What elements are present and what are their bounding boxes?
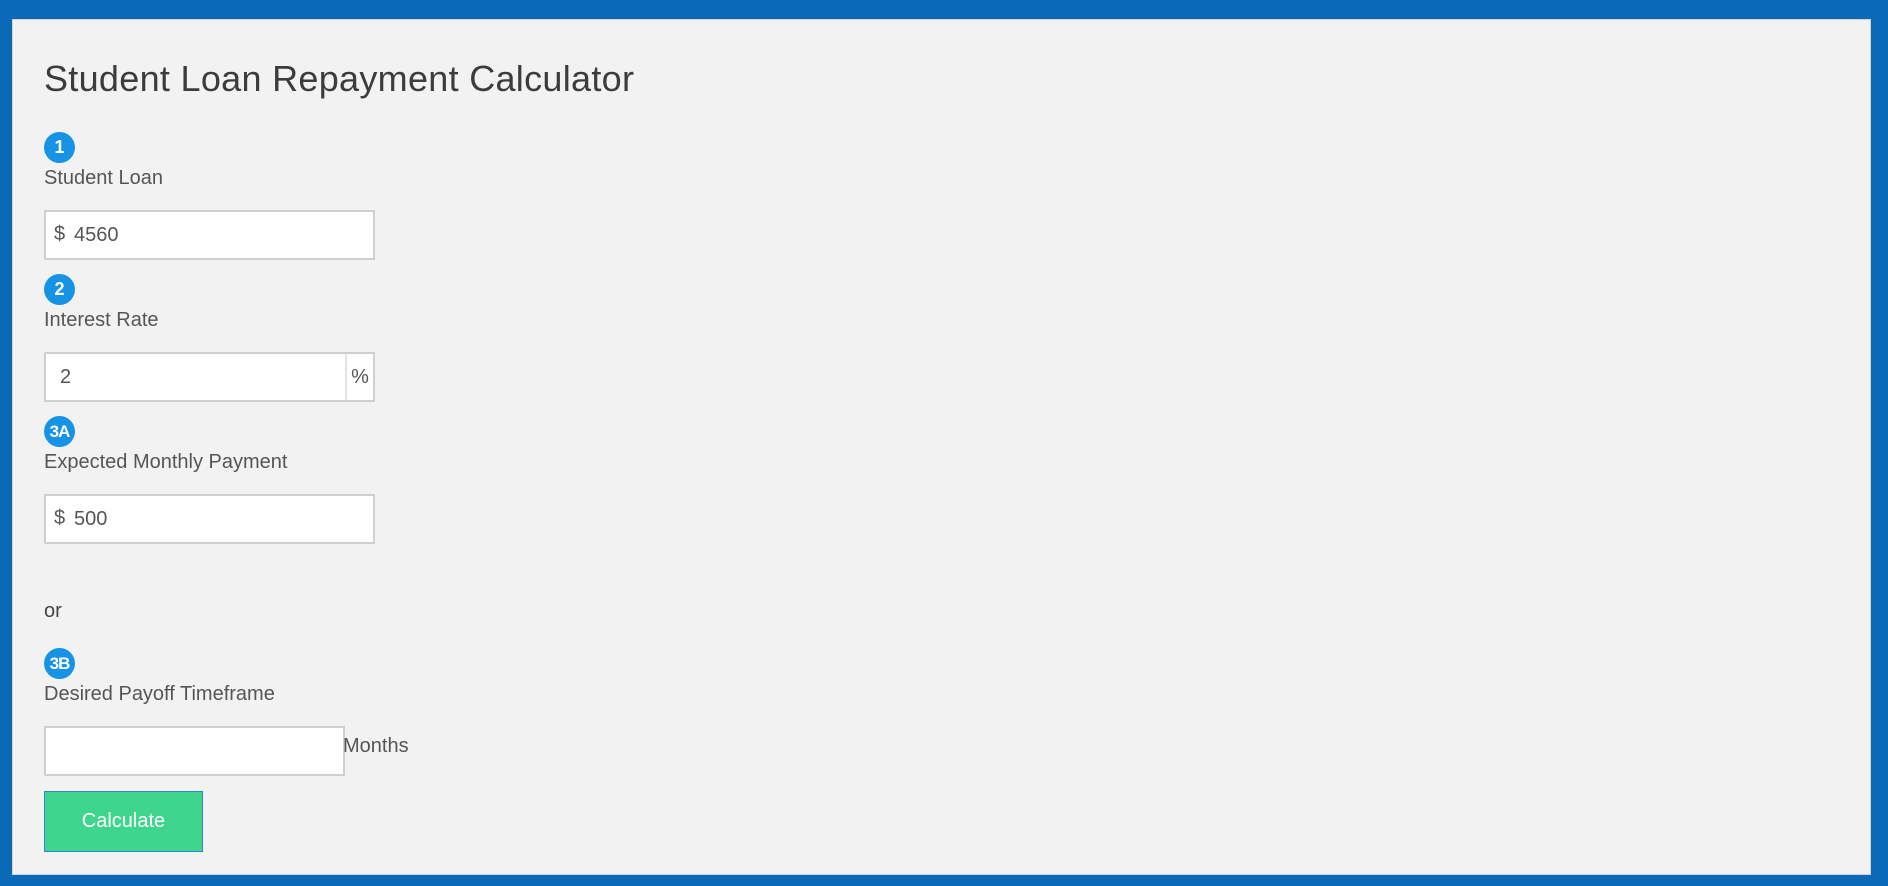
- page-title: Student Loan Repayment Calculator: [44, 58, 635, 99]
- step-badge-3a: 3A: [44, 416, 75, 447]
- student-loan-field: $: [44, 210, 375, 260]
- interest-rate-input[interactable]: [60, 354, 330, 400]
- dollar-prefix: $: [54, 223, 66, 245]
- percent-suffix: %: [345, 354, 373, 400]
- monthly-payment-input[interactable]: [74, 496, 364, 542]
- payoff-timeframe-field: [44, 726, 345, 776]
- student-loan-label: Student Loan: [44, 167, 163, 189]
- payoff-timeframe-label: Desired Payoff Timeframe: [44, 683, 275, 705]
- monthly-payment-label: Expected Monthly Payment: [44, 451, 288, 473]
- dollar-prefix: $: [54, 507, 66, 529]
- step-badge-3b: 3B: [44, 648, 75, 679]
- months-unit-label: Months: [343, 735, 409, 757]
- interest-rate-field: %: [44, 352, 375, 402]
- student-loan-input[interactable]: [74, 212, 364, 258]
- payoff-timeframe-input[interactable]: [58, 728, 333, 774]
- calculator-panel: Student Loan Repayment Calculator 1 Stud…: [12, 19, 1871, 875]
- calculate-button[interactable]: Calculate: [44, 791, 203, 852]
- or-separator: or: [44, 600, 62, 622]
- step-badge-2: 2: [44, 274, 75, 305]
- interest-rate-label: Interest Rate: [44, 309, 159, 331]
- step-badge-1: 1: [44, 132, 75, 163]
- monthly-payment-field: $: [44, 494, 375, 544]
